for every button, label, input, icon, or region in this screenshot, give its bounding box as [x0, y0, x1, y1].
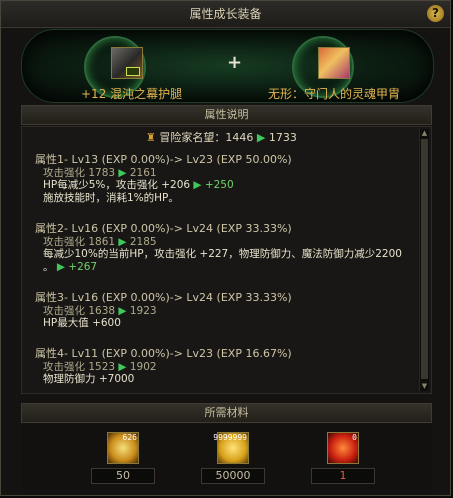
attribute-block-4: 属性4- Lv11 (EXP 0.00%)-> Lv23 (EXP 16.67%…: [35, 347, 292, 386]
attribute-header: 属性1- Lv13 (EXP 0.00%)-> Lv23 (EXP 50.00%…: [35, 153, 292, 166]
required-quantity: 50000: [201, 468, 265, 484]
fame-after: 1733: [268, 131, 297, 144]
slot-indicator-icon: [126, 67, 140, 76]
fame-emblem-icon: ♜: [146, 131, 156, 144]
scrollbar-thumb[interactable]: [421, 139, 428, 379]
gold-coin-icon[interactable]: 9999999: [213, 432, 249, 464]
attr-section-title: 属性说明: [21, 105, 432, 125]
materials-section-title: 所需材料: [21, 403, 432, 423]
gem-icon[interactable]: 626: [107, 432, 139, 464]
scroll-down-icon[interactable]: ▼: [420, 382, 429, 391]
attribute-line: 。 ▶ +267: [43, 260, 98, 273]
attribute-line: HP最大值 +600: [43, 317, 121, 329]
stack-count: 0: [352, 433, 357, 442]
growth-equipment-window: 属性成长装备 ? + +12 混沌之幕护腿 无形：守门人的灵魂甲胄 属性说明 ♜…: [0, 0, 451, 496]
armor-leg-icon[interactable]: [111, 47, 143, 79]
attribute-line: 攻击强化 1861 ▶ 2185: [43, 235, 157, 248]
vertical-scrollbar[interactable]: ▲ ▼: [419, 129, 429, 391]
fire-orb-icon[interactable]: 0: [327, 432, 359, 464]
scroll-up-icon[interactable]: ▲: [420, 129, 429, 138]
attribute-line: 物理防御力 +7000: [43, 373, 135, 385]
attribute-line: 攻击强化 1523 ▶ 1902: [43, 360, 157, 373]
attribute-line: 攻击强化 1783 ▶ 2161: [43, 166, 157, 179]
attribute-block-1: 属性1- Lv13 (EXP 0.00%)-> Lv23 (EXP 50.00%…: [35, 153, 292, 204]
armor-chest-icon[interactable]: [318, 47, 350, 79]
attribute-description-panel[interactable]: ♜ 冒险家名望：1446 ▶ 1733 属性1- Lv13 (EXP 0.00%…: [21, 126, 432, 394]
attribute-header: 属性2- Lv16 (EXP 0.00%)-> Lv24 (EXP 33.33%…: [35, 222, 292, 235]
arrow-right-icon: ▶: [256, 131, 266, 144]
left-item-name: +12 混沌之幕护腿: [81, 87, 183, 101]
plus-icon: +: [227, 52, 243, 73]
adventurer-fame: ♜ 冒险家名望：1446 ▶ 1733: [146, 131, 297, 145]
attribute-block-2: 属性2- Lv16 (EXP 0.00%)-> Lv24 (EXP 33.33%…: [35, 222, 402, 273]
stack-count: 626: [122, 433, 137, 442]
attribute-block-3: 属性3- Lv16 (EXP 0.00%)-> Lv24 (EXP 33.33%…: [35, 291, 292, 330]
attribute-line: 每减少10%的当前HP，攻击强化 +227，物理防御力、魔法防御力减少2200: [43, 248, 402, 260]
window-title: 属性成长装备: [1, 1, 450, 28]
materials-panel: 626 9999999 0 50 50000 1: [21, 424, 432, 490]
help-icon[interactable]: ?: [427, 5, 444, 22]
attribute-line: HP每减少5%，攻击强化 +206 ▶ +250: [43, 179, 234, 191]
right-item-name: 无形：守门人的灵魂甲胄: [268, 87, 401, 101]
attribute-header: 属性4- Lv11 (EXP 0.00%)-> Lv23 (EXP 16.67%…: [35, 347, 292, 360]
required-quantity: 1: [311, 468, 375, 484]
stack-count: 9999999: [213, 433, 247, 442]
fame-label: 冒险家名望：1446: [159, 131, 254, 144]
attribute-line: 攻击强化 1638 ▶ 1923: [43, 304, 157, 317]
attribute-header: 属性3- Lv16 (EXP 0.00%)-> Lv24 (EXP 33.33%…: [35, 291, 292, 304]
required-quantity: 50: [91, 468, 155, 484]
attribute-line: 施放技能时，消耗1%的HP。: [43, 191, 179, 204]
